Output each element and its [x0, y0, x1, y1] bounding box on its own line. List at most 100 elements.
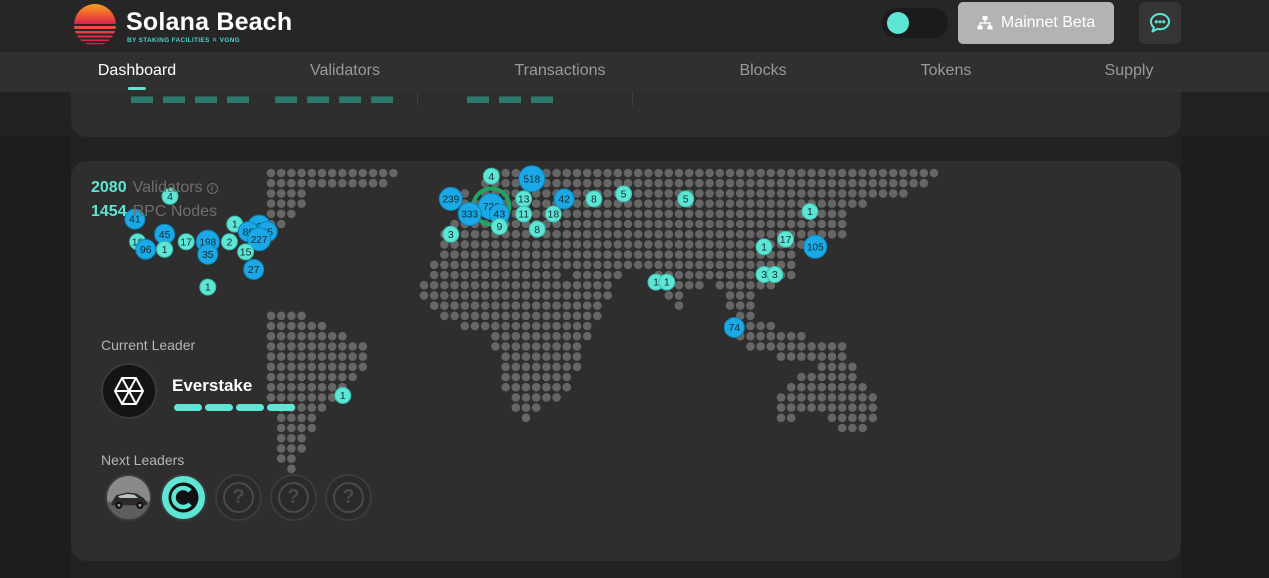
validator-cluster[interactable]: 3: [766, 266, 784, 284]
map-dot: [276, 199, 286, 208]
validator-cluster[interactable]: 5: [677, 190, 695, 208]
validator-cluster[interactable]: 13: [515, 190, 533, 208]
map-dot: [470, 311, 480, 321]
current-leader-name[interactable]: Everstake: [172, 376, 252, 396]
map-dot: [531, 393, 541, 402]
map-dot: [317, 178, 327, 188]
map-dot: [276, 382, 286, 392]
map-dot: [746, 342, 755, 351]
validator-cluster[interactable]: 17: [177, 233, 195, 251]
map-dot: [725, 291, 735, 300]
map-dot: [531, 352, 541, 361]
validator-cluster[interactable]: 8: [585, 190, 603, 208]
map-dot: [715, 199, 725, 208]
map-dot: [603, 189, 612, 198]
map-dot: [460, 321, 470, 331]
map-dot: [501, 321, 510, 331]
map-dot: [837, 189, 847, 198]
validator-cluster[interactable]: 11: [515, 205, 533, 223]
map-dot: [593, 311, 602, 321]
validator-cluster[interactable]: 3: [442, 225, 460, 243]
map-dot: [542, 250, 551, 259]
validator-cluster[interactable]: 239: [438, 186, 463, 211]
validator-cluster[interactable]: 15: [237, 243, 255, 261]
unknown-avatar[interactable]: ?: [215, 474, 262, 521]
map-dot: [715, 219, 725, 229]
validator-cluster[interactable]: 333: [457, 202, 482, 227]
map-dot: [317, 331, 327, 341]
map-dot: [674, 291, 684, 300]
brand-logo[interactable]: Solana Beach BY STAKING FACILITIES ✕ VGN…: [72, 4, 312, 48]
validator-cluster[interactable]: 518: [518, 165, 546, 193]
map-dot: [613, 270, 623, 280]
nav-transactions[interactable]: Transactions: [515, 62, 606, 80]
nav-dashboard[interactable]: Dashboard: [98, 62, 176, 90]
map-dot: [429, 270, 439, 280]
map-dot: [327, 178, 337, 188]
map-dot: [266, 178, 276, 188]
map-dot: [766, 178, 776, 188]
validator-cluster[interactable]: 1: [199, 278, 217, 296]
map-dot: [735, 168, 745, 178]
map-dot: [297, 311, 306, 321]
map-dot: [542, 382, 551, 392]
map-dot: [297, 168, 306, 178]
map-dot: [276, 372, 286, 382]
nav-blocks[interactable]: Blocks: [739, 62, 786, 80]
map-dot: [460, 301, 470, 310]
map-dot: [470, 270, 480, 280]
c-logo-avatar[interactable]: [160, 474, 207, 521]
map-dot: [562, 382, 572, 392]
map-dot: [552, 342, 561, 351]
info-icon[interactable]: i: [206, 183, 218, 194]
network-selector-button[interactable]: Mainnet Beta: [958, 2, 1114, 44]
unknown-avatar[interactable]: ?: [325, 474, 372, 521]
validator-cluster[interactable]: 27: [243, 258, 265, 280]
map-dot: [817, 168, 827, 178]
scrolled-value-clipped: ▬▬▬▬ ▬▬▬▬: [131, 92, 404, 108]
nav-supply[interactable]: Supply: [1105, 62, 1154, 80]
theme-toggle[interactable]: [882, 8, 948, 38]
unknown-avatar[interactable]: ?: [270, 474, 317, 521]
map-dot: [797, 219, 806, 229]
map-dot: [725, 260, 735, 270]
validator-cluster[interactable]: 1: [334, 386, 352, 404]
nav-validators[interactable]: Validators: [310, 62, 380, 80]
validator-cluster[interactable]: 9: [490, 218, 508, 236]
cluster-count: 3: [448, 229, 454, 241]
current-leader-avatar[interactable]: [101, 363, 157, 419]
validator-cluster[interactable]: 1: [755, 238, 773, 256]
validator-cluster[interactable]: 1: [801, 203, 819, 221]
validator-cluster[interactable]: 96: [135, 238, 157, 260]
validator-cluster[interactable]: 4: [482, 167, 500, 185]
validator-cluster[interactable]: 1: [658, 273, 676, 291]
validator-cluster[interactable]: 105: [803, 234, 828, 259]
nav-tokens[interactable]: Tokens: [921, 62, 972, 80]
map-dot: [521, 382, 531, 392]
car-photo-avatar[interactable]: [105, 474, 152, 521]
map-dot: [858, 382, 867, 392]
map-dot: [531, 301, 541, 310]
map-dot: [460, 229, 470, 239]
map-dot: [572, 321, 582, 331]
validator-cluster[interactable]: 18: [544, 205, 562, 223]
validator-cluster[interactable]: 2: [220, 233, 238, 251]
validator-cluster[interactable]: 35: [197, 243, 219, 265]
map-dot: [450, 250, 459, 259]
map-dot: [542, 352, 551, 361]
chat-button[interactable]: [1139, 2, 1181, 44]
validator-cluster[interactable]: 74: [723, 316, 745, 338]
map-dot: [419, 280, 429, 290]
validator-cluster[interactable]: 42: [553, 188, 575, 210]
map-dot: [266, 352, 276, 361]
map-dot: [297, 423, 306, 433]
map-dot: [919, 178, 929, 188]
validator-cluster[interactable]: 5: [615, 185, 633, 203]
map-dot: [786, 270, 796, 280]
map-dot: [562, 372, 572, 382]
map-dot: [562, 209, 572, 219]
validator-cluster[interactable]: 8: [528, 220, 546, 238]
validator-cluster[interactable]: 1: [156, 240, 174, 258]
map-dot: [868, 413, 878, 423]
validator-cluster[interactable]: 17: [777, 230, 795, 248]
